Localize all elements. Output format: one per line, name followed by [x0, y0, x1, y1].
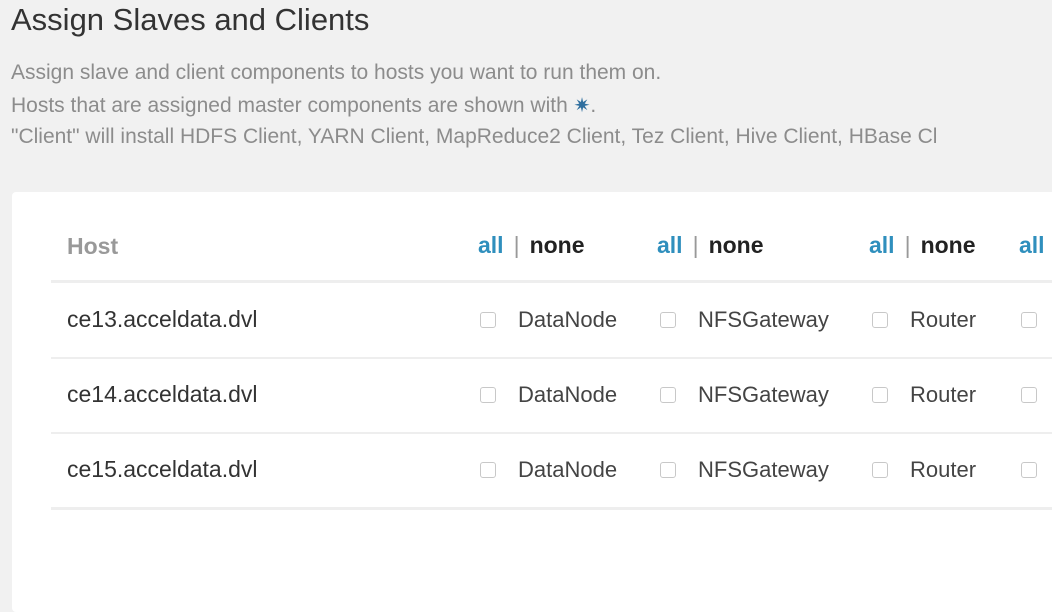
datanode-label[interactable]: DataNode — [518, 382, 617, 408]
select-none-router-link[interactable]: none — [921, 232, 976, 258]
host-name: ce13.acceldata.dvl — [67, 306, 258, 332]
nfsgateway-checkbox[interactable] — [660, 312, 676, 328]
row-divider — [51, 432, 1052, 434]
client-checkbox[interactable] — [1021, 312, 1037, 328]
host-column-header: Host — [67, 233, 119, 259]
router-select-header: all | none — [869, 232, 976, 259]
client-checkbox[interactable] — [1021, 462, 1037, 478]
description-line-2: Hosts that are assigned master component… — [11, 93, 596, 118]
router-label[interactable]: Router — [910, 382, 976, 408]
select-all-router-link[interactable]: all — [869, 232, 895, 258]
datanode-checkbox[interactable] — [480, 462, 496, 478]
nfsgateway-select-header: all | none — [657, 232, 764, 259]
select-none-datanode-link[interactable]: none — [530, 232, 585, 258]
datanode-label[interactable]: DataNode — [518, 307, 617, 333]
datanode-checkbox[interactable] — [480, 312, 496, 328]
description-line-2-text: Hosts that are assigned master component… — [11, 94, 574, 117]
description-line-3: "Client" will install HDFS Client, YARN … — [11, 125, 938, 148]
nfsgateway-checkbox[interactable] — [660, 462, 676, 478]
page-title: Assign Slaves and Clients — [11, 2, 370, 37]
select-all-client-link[interactable]: all — [1019, 232, 1045, 258]
separator: | — [692, 232, 699, 258]
client-select-header: all — [1019, 232, 1045, 259]
router-checkbox[interactable] — [872, 312, 888, 328]
router-label[interactable]: Router — [910, 307, 976, 333]
select-all-datanode-link[interactable]: all — [478, 232, 504, 258]
asterisk-icon: ✷ — [573, 95, 591, 117]
nfsgateway-label[interactable]: NFSGateway — [698, 307, 829, 333]
description-line-1: Assign slave and client components to ho… — [11, 61, 662, 84]
router-checkbox[interactable] — [872, 462, 888, 478]
host-name: ce14.acceldata.dvl — [67, 381, 258, 407]
host-name: ce15.acceldata.dvl — [67, 456, 258, 482]
row-divider — [51, 357, 1052, 359]
router-checkbox[interactable] — [872, 387, 888, 403]
datanode-checkbox[interactable] — [480, 387, 496, 403]
nfsgateway-label[interactable]: NFSGateway — [698, 457, 829, 483]
nfsgateway-label[interactable]: NFSGateway — [698, 382, 829, 408]
table-bottom-divider — [51, 507, 1052, 510]
client-checkbox[interactable] — [1021, 387, 1037, 403]
description-line-2-end: . — [590, 94, 597, 117]
router-label[interactable]: Router — [910, 457, 976, 483]
datanode-select-header: all | none — [478, 232, 585, 259]
header-divider — [51, 280, 1052, 283]
nfsgateway-checkbox[interactable] — [660, 387, 676, 403]
separator: | — [904, 232, 911, 258]
select-none-nfsgateway-link[interactable]: none — [709, 232, 764, 258]
datanode-label[interactable]: DataNode — [518, 457, 617, 483]
select-all-nfsgateway-link[interactable]: all — [657, 232, 683, 258]
separator: | — [513, 232, 520, 258]
